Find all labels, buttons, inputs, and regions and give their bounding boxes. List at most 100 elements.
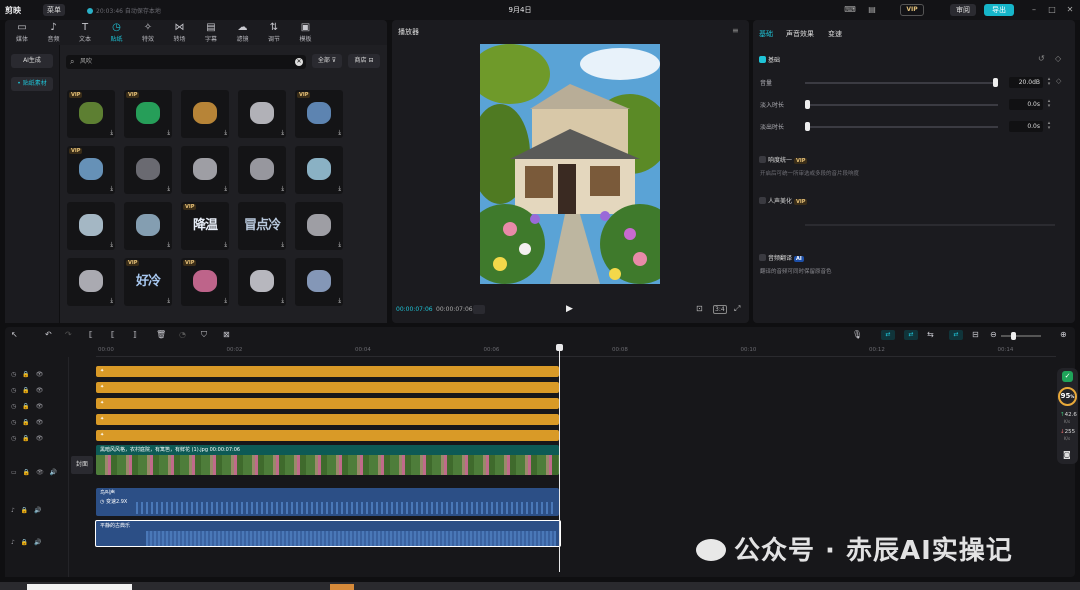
eye-icon[interactable]: 👁	[36, 419, 44, 426]
sticker-clip-2[interactable]: ✦	[96, 382, 559, 393]
download-icon[interactable]: ⤓	[224, 241, 227, 249]
lock-icon[interactable]: 🔒	[22, 387, 29, 394]
zoom-slider[interactable]	[1001, 332, 1041, 340]
lock-icon[interactable]: 🔒	[21, 539, 28, 546]
taskbar-item-1[interactable]	[27, 584, 132, 590]
voice-checkbox[interactable]	[759, 197, 766, 204]
minimize-icon[interactable]: –	[1026, 4, 1042, 16]
download-icon[interactable]: ⤓	[110, 185, 113, 193]
close-icon[interactable]: ✕	[1062, 4, 1078, 16]
layout-icon[interactable]: ▤	[864, 4, 880, 16]
time-ruler[interactable]: 00:00 00:02 00:04 00:06 00:08 00:10 00:12 00:14	[96, 345, 1056, 357]
cover-button[interactable]: 封面	[71, 456, 93, 474]
fadeout-stepper[interactable]: ▴ ▾	[1045, 121, 1053, 132]
sticker-thumb[interactable]: ⤓	[295, 146, 343, 194]
volume-stepper[interactable]: ▴ ▾	[1045, 77, 1053, 88]
delete-icon[interactable]: 🗑	[156, 330, 166, 339]
volume-knob[interactable]	[993, 78, 998, 87]
volume-value[interactable]: 20.0dB	[1009, 77, 1043, 88]
download-icon[interactable]: ⤓	[281, 241, 284, 249]
sticker-thumb[interactable]: 降温 VIP ⤓	[181, 202, 229, 250]
download-icon[interactable]: ⤓	[110, 241, 113, 249]
review-button[interactable]: 审阅	[950, 4, 976, 16]
tab-6[interactable]: ⋈ 转场	[167, 22, 193, 43]
tab-basic[interactable]: 基础	[759, 29, 773, 39]
sticker-thumb[interactable]: ⤓	[124, 202, 172, 250]
download-icon[interactable]: ⤓	[167, 129, 170, 137]
crop-icon[interactable]: ⊠	[223, 330, 230, 339]
fullscreen-icon[interactable]: ⤢	[734, 304, 740, 314]
download-icon[interactable]: ⤓	[281, 297, 284, 305]
sticker-thumb[interactable]: ⤓	[295, 202, 343, 250]
sidebar-item-stickers[interactable]: • 贴纸素材	[11, 77, 53, 91]
download-icon[interactable]: ⤓	[281, 185, 284, 193]
sticker-thumb[interactable]: 冒点冷 ⤓	[238, 202, 286, 250]
ratio-button[interactable]: 3:4	[713, 305, 727, 314]
sticker-thumb[interactable]: VIP ⤓	[181, 258, 229, 306]
download-icon[interactable]: ⤓	[224, 185, 227, 193]
download-icon[interactable]: ⤓	[338, 241, 341, 249]
timecode-toggle[interactable]	[473, 305, 485, 314]
download-icon[interactable]: ⤓	[110, 129, 113, 137]
lock-icon[interactable]: 🔒	[23, 469, 30, 476]
snap-toggle[interactable]: ⇄	[949, 330, 963, 340]
sticker-thumb[interactable]: VIP ⤓	[67, 146, 115, 194]
zoom-out-icon[interactable]: ⊖	[990, 330, 997, 339]
sticker-thumb[interactable]: ⤓	[181, 146, 229, 194]
tab-8[interactable]: ☁ 滤镜	[230, 22, 256, 43]
select-tool-icon[interactable]: ↖	[11, 330, 18, 339]
tab-9[interactable]: ⇅ 调节	[261, 22, 287, 43]
volume-slider[interactable]	[805, 78, 998, 87]
microphone-icon[interactable]: 🎙	[852, 330, 862, 339]
vip-badge[interactable]: VIP	[900, 4, 924, 16]
download-icon[interactable]: ⤓	[110, 297, 113, 305]
camera-icon[interactable]: ◙	[1063, 450, 1071, 459]
tab-4[interactable]: ◷ 贴纸	[104, 22, 130, 43]
sticker-thumb[interactable]: 好冷 VIP ⤓	[124, 258, 172, 306]
fit-icon[interactable]: ⊡	[696, 304, 703, 313]
tab-10[interactable]: ▣ 模板	[293, 22, 319, 43]
tab-3[interactable]: T 文本	[72, 22, 98, 43]
taskbar-item-2[interactable]	[330, 584, 354, 590]
keyboard-icon[interactable]: ⌨	[842, 4, 858, 16]
playhead[interactable]	[556, 344, 563, 572]
download-icon[interactable]: ⤓	[338, 185, 341, 193]
sticker-thumb[interactable]: ⤓	[67, 202, 115, 250]
tab-5[interactable]: ✧ 特效	[135, 22, 161, 43]
sticker-clip-4[interactable]: ✦	[96, 414, 559, 425]
loudness-checkbox[interactable]	[759, 156, 766, 163]
tab-speed[interactable]: 变速	[828, 29, 842, 39]
split-icon[interactable]: ⟦	[89, 330, 93, 339]
eye-icon[interactable]: 👁	[36, 403, 44, 410]
audio-track-icon[interactable]: ♪	[11, 539, 15, 546]
sticker-thumb[interactable]: ⤓	[295, 258, 343, 306]
clock-icon[interactable]: ◷	[11, 435, 16, 442]
sticker-thumb[interactable]: VIP ⤓	[67, 90, 115, 138]
export-button[interactable]: 导出	[984, 4, 1014, 16]
fadein-knob[interactable]	[805, 100, 810, 109]
download-icon[interactable]: ⤓	[338, 297, 341, 305]
split-right-icon[interactable]: ⟧	[133, 330, 137, 339]
download-icon[interactable]: ⤓	[167, 185, 170, 193]
sticker-thumb[interactable]: ⤓	[238, 258, 286, 306]
translate-checkbox[interactable]	[759, 254, 766, 261]
fadeout-value[interactable]: 0.0s	[1009, 121, 1043, 132]
clock-icon[interactable]: ◷	[11, 371, 16, 378]
sticker-clip-5[interactable]: ✦	[96, 430, 559, 441]
tab-2[interactable]: ♪ 音频	[41, 22, 67, 43]
maximize-icon[interactable]: □	[1044, 4, 1060, 16]
filter-all-button[interactable]: 全部 ⊽	[312, 54, 342, 68]
download-icon[interactable]: ⤓	[167, 241, 170, 249]
eye-icon[interactable]: 👁	[36, 469, 44, 476]
reset-icon[interactable]: ↺	[1038, 54, 1045, 63]
fadein-stepper[interactable]: ▴ ▾	[1045, 99, 1053, 110]
zoom-in-icon[interactable]: ⊕	[1060, 330, 1067, 339]
fadeout-knob[interactable]	[805, 122, 810, 131]
speaker-icon[interactable]: 🔊	[34, 539, 41, 546]
shield-icon[interactable]: ✓	[1062, 371, 1073, 382]
caption-icon[interactable]: ⊟	[972, 330, 979, 339]
audio-track-icon[interactable]: ♪	[11, 507, 15, 514]
menu-button[interactable]: 菜单	[43, 4, 65, 16]
magnet-toggle[interactable]: ⇄	[904, 330, 918, 340]
sticker-thumb[interactable]: ⤓	[67, 258, 115, 306]
